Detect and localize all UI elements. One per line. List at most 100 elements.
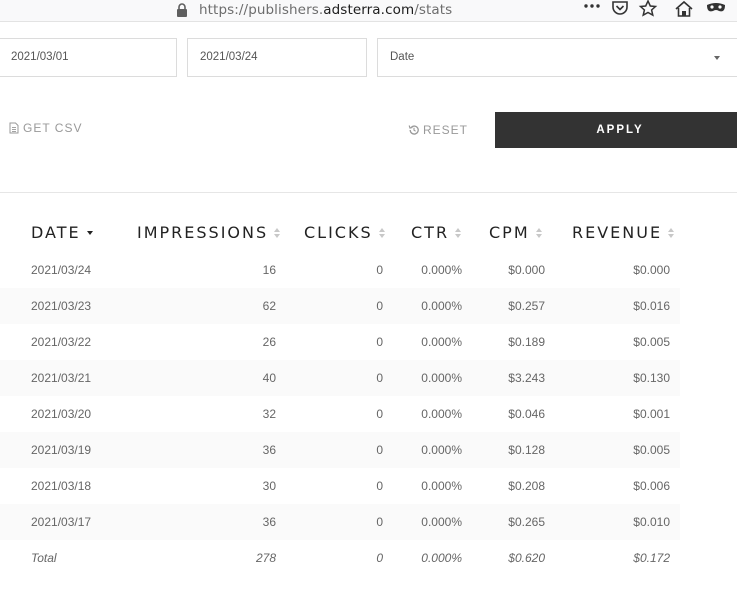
cell-date: 2021/03/20 <box>31 407 92 421</box>
cell-clicks: 0 <box>376 479 383 493</box>
get-csv-button[interactable]: GET CSV <box>9 121 82 135</box>
cell-clicks: 0 <box>376 515 383 529</box>
cell-impressions: 278 <box>255 551 276 565</box>
get-csv-label: GET CSV <box>23 121 83 135</box>
cell-impressions: 16 <box>262 263 276 277</box>
cell-ctr: 0.000% <box>421 263 462 277</box>
table-row: 2021/03/17 36 0 0.000% $0.265 $0.010 <box>0 504 680 540</box>
url-prefix: https://publishers. <box>199 2 324 18</box>
cell-clicks: 0 <box>376 335 383 349</box>
sort-icon <box>378 227 385 238</box>
column-header-impressions[interactable]: IMPRESSIONS <box>137 223 281 242</box>
start-date-field[interactable] <box>0 38 177 77</box>
cell-date: 2021/03/19 <box>31 443 92 457</box>
sort-icon <box>668 227 675 238</box>
cell-date: 2021/03/23 <box>31 299 92 313</box>
pocket-icon[interactable] <box>609 0 631 18</box>
cell-clicks: 0 <box>376 443 383 457</box>
cell-revenue: $0.000 <box>633 263 670 277</box>
reset-history-icon <box>408 125 419 135</box>
table-row: 2021/03/22 26 0 0.000% $0.189 $0.005 <box>0 324 680 360</box>
column-header-revenue[interactable]: REVENUE <box>572 223 675 242</box>
cell-cpm: $0.046 <box>508 407 545 421</box>
cell-date: 2021/03/24 <box>31 263 92 277</box>
cell-impressions: 30 <box>262 479 276 493</box>
cell-revenue: $0.006 <box>633 479 670 493</box>
column-header-clicks[interactable]: CLICKS <box>304 223 385 242</box>
browser-address-bar[interactable]: https://publishers.adsterra.com/stats <box>0 0 737 22</box>
cell-revenue: $0.016 <box>633 299 670 313</box>
cell-cpm: $0.265 <box>508 515 545 529</box>
lock-icon <box>177 3 187 17</box>
url-host: adsterra.com <box>323 2 415 18</box>
reset-button[interactable]: RESET <box>408 123 468 137</box>
cell-ctr: 0.000% <box>421 479 462 493</box>
reset-label: RESET <box>423 123 469 137</box>
cell-ctr: 0.000% <box>421 551 462 565</box>
cell-clicks: 0 <box>376 371 383 385</box>
start-date-input[interactable] <box>11 51 164 63</box>
sort-descending-icon <box>86 230 93 235</box>
column-header-cpm[interactable]: CPM <box>489 223 542 242</box>
column-header-date[interactable]: DATE <box>31 223 93 242</box>
cell-clicks: 0 <box>376 407 383 421</box>
cell-date: 2021/03/18 <box>31 479 92 493</box>
cell-revenue: $0.005 <box>633 443 670 457</box>
cell-cpm: $0.257 <box>508 299 545 313</box>
home-icon[interactable] <box>673 0 695 18</box>
cell-cpm: $3.243 <box>508 371 545 385</box>
cell-ctr: 0.000% <box>421 407 462 421</box>
cell-ctr: 0.000% <box>421 335 462 349</box>
cell-date: 2021/03/21 <box>31 371 92 385</box>
cell-impressions: 26 <box>262 335 276 349</box>
sort-icon <box>274 227 281 238</box>
column-header-label: REVENUE <box>572 223 663 242</box>
cell-clicks: 0 <box>376 263 383 277</box>
cell-date: 2021/03/17 <box>31 515 92 529</box>
cell-cpm: $0.128 <box>508 443 545 457</box>
end-date-input[interactable] <box>200 51 354 63</box>
end-date-field[interactable] <box>187 38 367 77</box>
cell-cpm: $0.189 <box>508 335 545 349</box>
section-divider <box>0 192 737 193</box>
document-icon <box>9 122 19 134</box>
chevron-down-icon <box>714 56 720 60</box>
cell-cpm: $0.208 <box>508 479 545 493</box>
table-row: 2021/03/20 32 0 0.000% $0.046 $0.001 <box>0 396 680 432</box>
column-header-label: CTR <box>411 223 450 242</box>
cell-revenue: $0.005 <box>633 335 670 349</box>
cell-cpm: $0.000 <box>508 263 545 277</box>
sort-icon <box>455 227 462 238</box>
bookmark-star-icon[interactable] <box>637 0 659 18</box>
column-header-label: IMPRESSIONS <box>137 223 269 242</box>
cell-revenue: $0.010 <box>633 515 670 529</box>
apply-button[interactable]: APPLY <box>495 112 737 148</box>
cell-ctr: 0.000% <box>421 515 462 529</box>
more-actions-icon[interactable] <box>581 0 603 18</box>
cell-impressions: 40 <box>262 371 276 385</box>
table-row: 2021/03/21 40 0 0.000% $3.243 $0.130 <box>0 360 680 396</box>
group-by-select[interactable]: Date <box>377 38 737 77</box>
column-header-label: CLICKS <box>304 223 373 242</box>
sort-icon <box>535 227 542 238</box>
cell-impressions: 32 <box>262 407 276 421</box>
cell-ctr: 0.000% <box>421 299 462 313</box>
cell-revenue: $0.130 <box>633 371 670 385</box>
table-row: 2021/03/19 36 0 0.000% $0.128 $0.005 <box>0 432 680 468</box>
column-header-ctr[interactable]: CTR <box>411 223 462 242</box>
cell-impressions: 36 <box>262 443 276 457</box>
group-by-value: Date <box>390 51 415 63</box>
url-text[interactable]: https://publishers.adsterra.com/stats <box>199 2 452 18</box>
table-row: 2021/03/18 30 0 0.000% $0.208 $0.006 <box>0 468 680 504</box>
cell-ctr: 0.000% <box>421 371 462 385</box>
cell-impressions: 36 <box>262 515 276 529</box>
cell-impressions: 62 <box>262 299 276 313</box>
table-row: 2021/03/23 62 0 0.000% $0.257 $0.016 <box>0 288 680 324</box>
private-mask-icon[interactable] <box>705 0 727 18</box>
cell-ctr: 0.000% <box>421 443 462 457</box>
column-header-label: DATE <box>31 223 81 242</box>
cell-revenue: $0.172 <box>633 551 670 565</box>
cell-cpm: $0.620 <box>508 551 545 565</box>
table-total-row: Total 278 0 0.000% $0.620 $0.172 <box>0 540 680 576</box>
column-header-label: CPM <box>489 223 530 242</box>
